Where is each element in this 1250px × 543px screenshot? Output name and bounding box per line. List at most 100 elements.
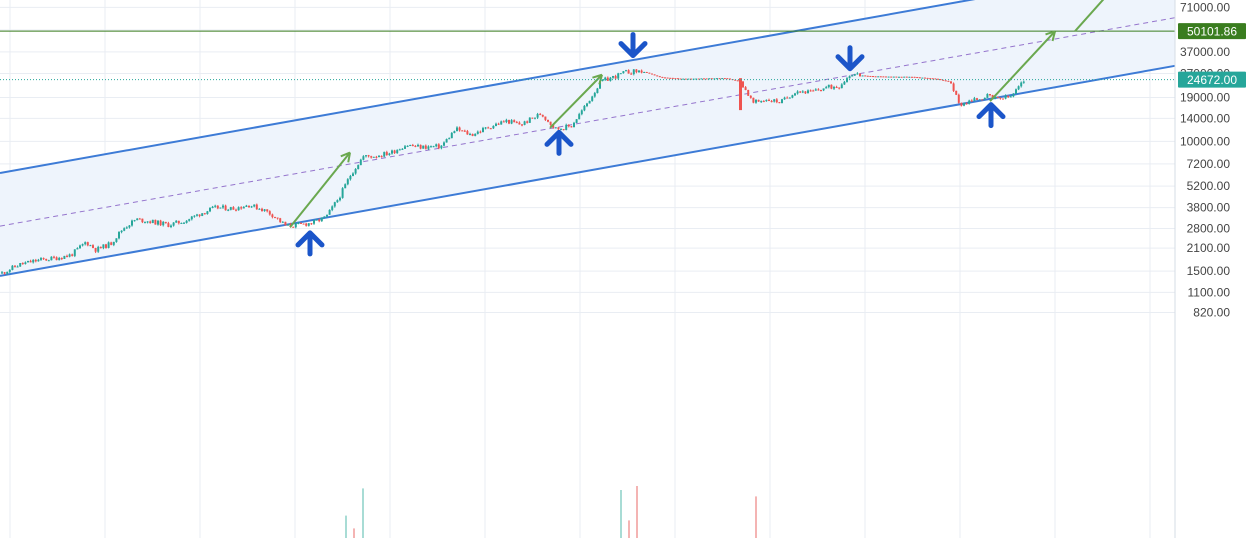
candle-body (775, 99, 778, 103)
candle-body (981, 99, 984, 101)
candle-body (770, 101, 773, 103)
candle-body (164, 221, 167, 224)
candle-body (248, 205, 250, 208)
candle-body (318, 219, 321, 222)
candle-body (872, 76, 874, 78)
candle-body (253, 204, 256, 207)
candle-body (924, 77, 926, 79)
candle-body (500, 121, 503, 125)
candle-body (437, 144, 440, 149)
candle-body (29, 260, 32, 263)
candle-body (801, 91, 804, 93)
candle-body (684, 78, 687, 80)
candle-body (788, 97, 791, 99)
candle-body (284, 221, 287, 226)
candle-body (796, 91, 799, 94)
candle-body (864, 75, 867, 77)
candle-body (97, 246, 100, 252)
candle-body (682, 78, 685, 80)
y-tick-label: 2800.00 (1187, 221, 1231, 235)
candle-body (292, 226, 295, 228)
candle-body (370, 156, 373, 158)
volume-bars (345, 486, 757, 538)
candle-body (443, 142, 445, 146)
y-tick-label: 3800.00 (1187, 201, 1231, 215)
arrow-up-icon[interactable] (976, 102, 1006, 129)
volume-bar (345, 515, 347, 538)
candle-body (180, 222, 183, 224)
candle-body (814, 89, 817, 91)
candle-body (209, 207, 211, 212)
arrow-up-icon[interactable] (295, 230, 325, 257)
candle-body (783, 97, 786, 100)
candle-body (388, 153, 391, 155)
price-axis: 130000.0095000.0071000.0051000.0037000.0… (1174, 0, 1250, 538)
candle-body (807, 90, 809, 94)
candle-body (619, 73, 622, 75)
candle-body (892, 76, 895, 78)
candle-body (622, 71, 625, 74)
candle-body (913, 76, 916, 78)
candle-body (401, 148, 404, 150)
candle-body (105, 244, 107, 248)
candle-body (372, 156, 375, 158)
candle-body (726, 78, 729, 80)
candle-body (344, 184, 347, 189)
candle-body (206, 211, 209, 215)
candle-body (890, 76, 893, 78)
candle-body (651, 73, 653, 75)
candle-body (146, 221, 149, 223)
candle-body (515, 122, 518, 124)
candle-body (544, 116, 547, 120)
candle-body (89, 245, 92, 247)
candle-body (778, 102, 781, 104)
candle-body (510, 120, 513, 124)
candle-body (996, 96, 999, 98)
candle-body (222, 205, 224, 208)
candle-body (242, 206, 245, 209)
candle-body (960, 102, 963, 106)
volume-bar (353, 528, 355, 538)
candle-body (424, 145, 427, 149)
candle-body (580, 110, 583, 115)
candle-body (505, 119, 508, 123)
candle-body (21, 263, 24, 265)
candle-body (63, 255, 66, 259)
candle-body (656, 75, 659, 77)
price-chart[interactable]: 130000.0095000.0071000.0051000.0037000.0… (0, 0, 1250, 538)
candle-body (279, 218, 282, 222)
candle-body (528, 117, 531, 123)
candle-body (73, 249, 76, 256)
candle-body (352, 173, 354, 176)
arrow-down-icon[interactable] (618, 32, 648, 59)
candle-body (843, 81, 846, 85)
candle-body (547, 119, 549, 122)
candle-body (648, 72, 651, 74)
candle-body (612, 76, 614, 78)
candle-body (216, 205, 219, 209)
candle-body (986, 94, 989, 98)
candle-body (523, 121, 526, 125)
channel-mid-line[interactable] (0, 17, 1176, 227)
candle-body (970, 100, 973, 102)
candle-body (781, 99, 783, 104)
candle-body (16, 266, 19, 268)
candle-body (461, 130, 464, 132)
candle-body (466, 131, 469, 135)
candle-body (50, 256, 53, 261)
candle-body (1007, 95, 1010, 98)
y-tick-label: 820.00 (1193, 305, 1230, 319)
candle-body (830, 84, 833, 89)
candle-body (965, 103, 968, 105)
candle-body (614, 76, 617, 79)
candle-body (640, 70, 643, 73)
candle-body (81, 244, 84, 246)
candle-body (671, 77, 674, 79)
candle-body (1009, 96, 1012, 98)
candle-body (950, 81, 952, 84)
candle-body (162, 221, 165, 226)
candle-body (175, 220, 178, 223)
candle-body (666, 77, 669, 79)
volume-bar (620, 490, 622, 538)
candle-body (339, 197, 341, 201)
